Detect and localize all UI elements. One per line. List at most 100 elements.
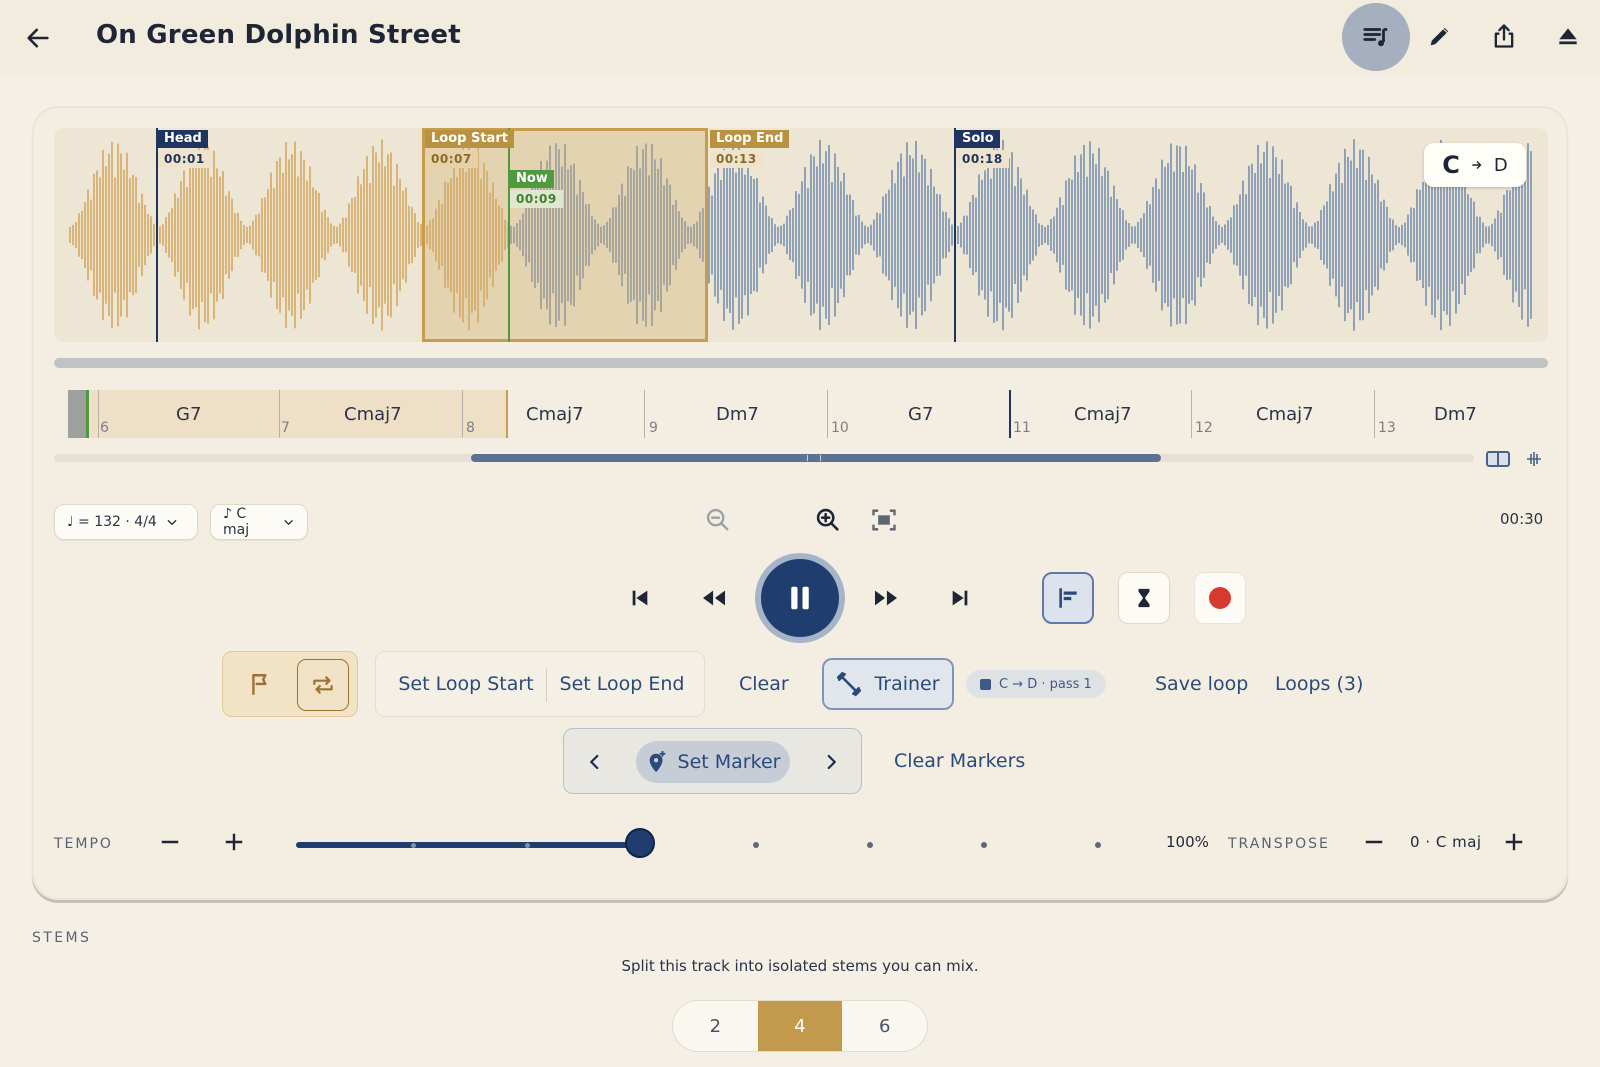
record-button[interactable] — [1194, 572, 1246, 624]
key-to: D — [1493, 154, 1508, 176]
share-icon — [1494, 24, 1514, 48]
bar-number: 12 — [1195, 420, 1213, 436]
waveform-scrollbar[interactable] — [54, 358, 1548, 368]
pause-button[interactable] — [755, 553, 845, 643]
clear-loop-button[interactable]: Clear — [739, 673, 789, 695]
chord-label[interactable]: Cmaj7 — [526, 404, 584, 425]
rewind-button[interactable] — [694, 578, 734, 618]
plus-icon — [1505, 833, 1523, 851]
pause-icon — [791, 586, 809, 610]
bar-number: 10 — [831, 420, 849, 436]
zoom-in-icon — [816, 508, 839, 531]
chord-label[interactable]: Cmaj7 — [1256, 404, 1314, 425]
chord-label[interactable]: G7 — [176, 404, 201, 425]
marker-time-loop-start: 00:07 — [425, 150, 478, 168]
waveform[interactable]: Head 00:01 Loop Start 00:07 Now 00:09 Lo… — [54, 128, 1548, 342]
set-loop-start-button[interactable]: Set Loop Start — [386, 651, 546, 717]
hourglass-icon — [1138, 588, 1150, 608]
set-loop-end-button[interactable]: Set Loop End — [550, 651, 694, 717]
slider-tick — [867, 842, 873, 848]
transpose-up-button[interactable] — [1500, 828, 1528, 856]
chord-scrollbar[interactable] — [54, 454, 1474, 462]
marker-time-now: 00:09 — [510, 190, 563, 208]
marker-time-solo: 00:18 — [956, 150, 1009, 168]
bar-number: 13 — [1378, 420, 1396, 436]
tempo-select[interactable]: ♩ = 132 · 4/4 — [54, 504, 198, 540]
chord-strip[interactable]: 6 G7 7 Cmaj7 8 Cmaj7 9 Dm7 10 G7 11 Cmaj… — [68, 390, 1538, 438]
align-button[interactable] — [1042, 572, 1094, 624]
save-loop-button[interactable]: Save loop — [1155, 673, 1248, 695]
align-left-icon — [1059, 588, 1077, 608]
queue-music-icon — [1363, 28, 1388, 47]
loop-mode-button[interactable] — [297, 659, 349, 711]
key-select-value: ♪ C maj — [223, 506, 250, 538]
transpose-down-button[interactable] — [1360, 828, 1388, 856]
key-change-badge[interactable]: C D — [1424, 143, 1526, 187]
stem-option-6[interactable]: 6 — [842, 1001, 927, 1051]
marker-label-loop-start[interactable]: Loop Start — [425, 130, 514, 148]
count-in-button[interactable] — [1118, 572, 1170, 624]
trainer-button[interactable]: Trainer — [822, 658, 954, 710]
fast-forward-button[interactable] — [866, 578, 906, 618]
plus-icon — [225, 833, 243, 851]
bar-line — [827, 390, 828, 438]
zoom-out-icon — [706, 508, 729, 531]
add-location-icon — [649, 751, 665, 773]
arrow-right-icon — [1472, 161, 1482, 169]
fast-forward-icon — [875, 590, 897, 606]
flag-mode-button[interactable] — [237, 661, 285, 709]
skip-previous-icon — [632, 590, 648, 606]
add-lane-button[interactable] — [1524, 449, 1544, 469]
eject-button[interactable] — [1538, 6, 1598, 66]
bar-line — [462, 390, 463, 438]
stem-option-4[interactable]: 4 — [757, 1001, 843, 1051]
share-button[interactable] — [1474, 6, 1534, 66]
skip-next-icon — [952, 590, 968, 606]
zoom-in-button[interactable] — [808, 500, 848, 540]
stem-option-2[interactable]: 2 — [673, 1001, 758, 1051]
trainer-status-chip: C → D · pass 1 — [966, 670, 1106, 698]
set-marker-button[interactable]: Set Marker — [636, 741, 790, 783]
bar-number: 7 — [281, 420, 290, 436]
skip-end-button[interactable] — [940, 578, 980, 618]
key-select[interactable]: ♪ C maj — [210, 504, 308, 540]
queue-music-button[interactable] — [1342, 3, 1410, 71]
loops-button[interactable]: Loops (3) — [1275, 673, 1363, 695]
slider-tick — [1095, 842, 1101, 848]
back-button[interactable] — [16, 16, 60, 60]
chord-scrollbar-thumb[interactable] — [471, 454, 1161, 462]
chord-label[interactable]: Dm7 — [716, 404, 759, 425]
skip-start-button[interactable] — [620, 578, 660, 618]
chord-label[interactable]: Cmaj7 — [1074, 404, 1132, 425]
chord-label[interactable]: Cmaj7 — [344, 404, 402, 425]
bar-line — [644, 390, 645, 438]
slider-tick — [981, 842, 987, 848]
previous-marker-button[interactable] — [578, 745, 612, 779]
zoom-out-button[interactable] — [698, 500, 738, 540]
tempo-slider[interactable] — [296, 828, 1101, 858]
marker-label-head[interactable]: Head — [158, 130, 208, 148]
bar-line — [1374, 390, 1375, 438]
bar-number: 6 — [100, 420, 109, 436]
next-marker-button[interactable] — [814, 745, 848, 779]
fit-view-button[interactable] — [864, 500, 904, 540]
marker-line-now — [508, 128, 510, 342]
edit-button[interactable] — [1410, 6, 1470, 66]
tempo-select-value: ♩ = 132 · 4/4 — [67, 514, 157, 530]
marker-time-head: 00:01 — [158, 150, 211, 168]
slider-tick — [525, 843, 530, 848]
slider-fill — [296, 842, 640, 848]
slider-tick — [411, 843, 416, 848]
tempo-increase-button[interactable] — [220, 828, 248, 856]
chevron-left-icon — [590, 754, 599, 770]
clear-markers-button[interactable]: Clear Markers — [894, 750, 1025, 772]
chord-label[interactable]: G7 — [908, 404, 933, 425]
marker-nav-group: Set Marker — [563, 728, 862, 794]
tempo-decrease-button[interactable] — [156, 828, 184, 856]
marker-label-loop-end[interactable]: Loop End — [710, 130, 790, 148]
marker-label-solo[interactable]: Solo — [956, 130, 1000, 148]
chord-label[interactable]: Dm7 — [1434, 404, 1477, 425]
split-view-button[interactable] — [1486, 451, 1510, 467]
slider-thumb[interactable] — [625, 828, 655, 858]
stem-count-selector: 2 4 6 — [672, 1000, 928, 1052]
